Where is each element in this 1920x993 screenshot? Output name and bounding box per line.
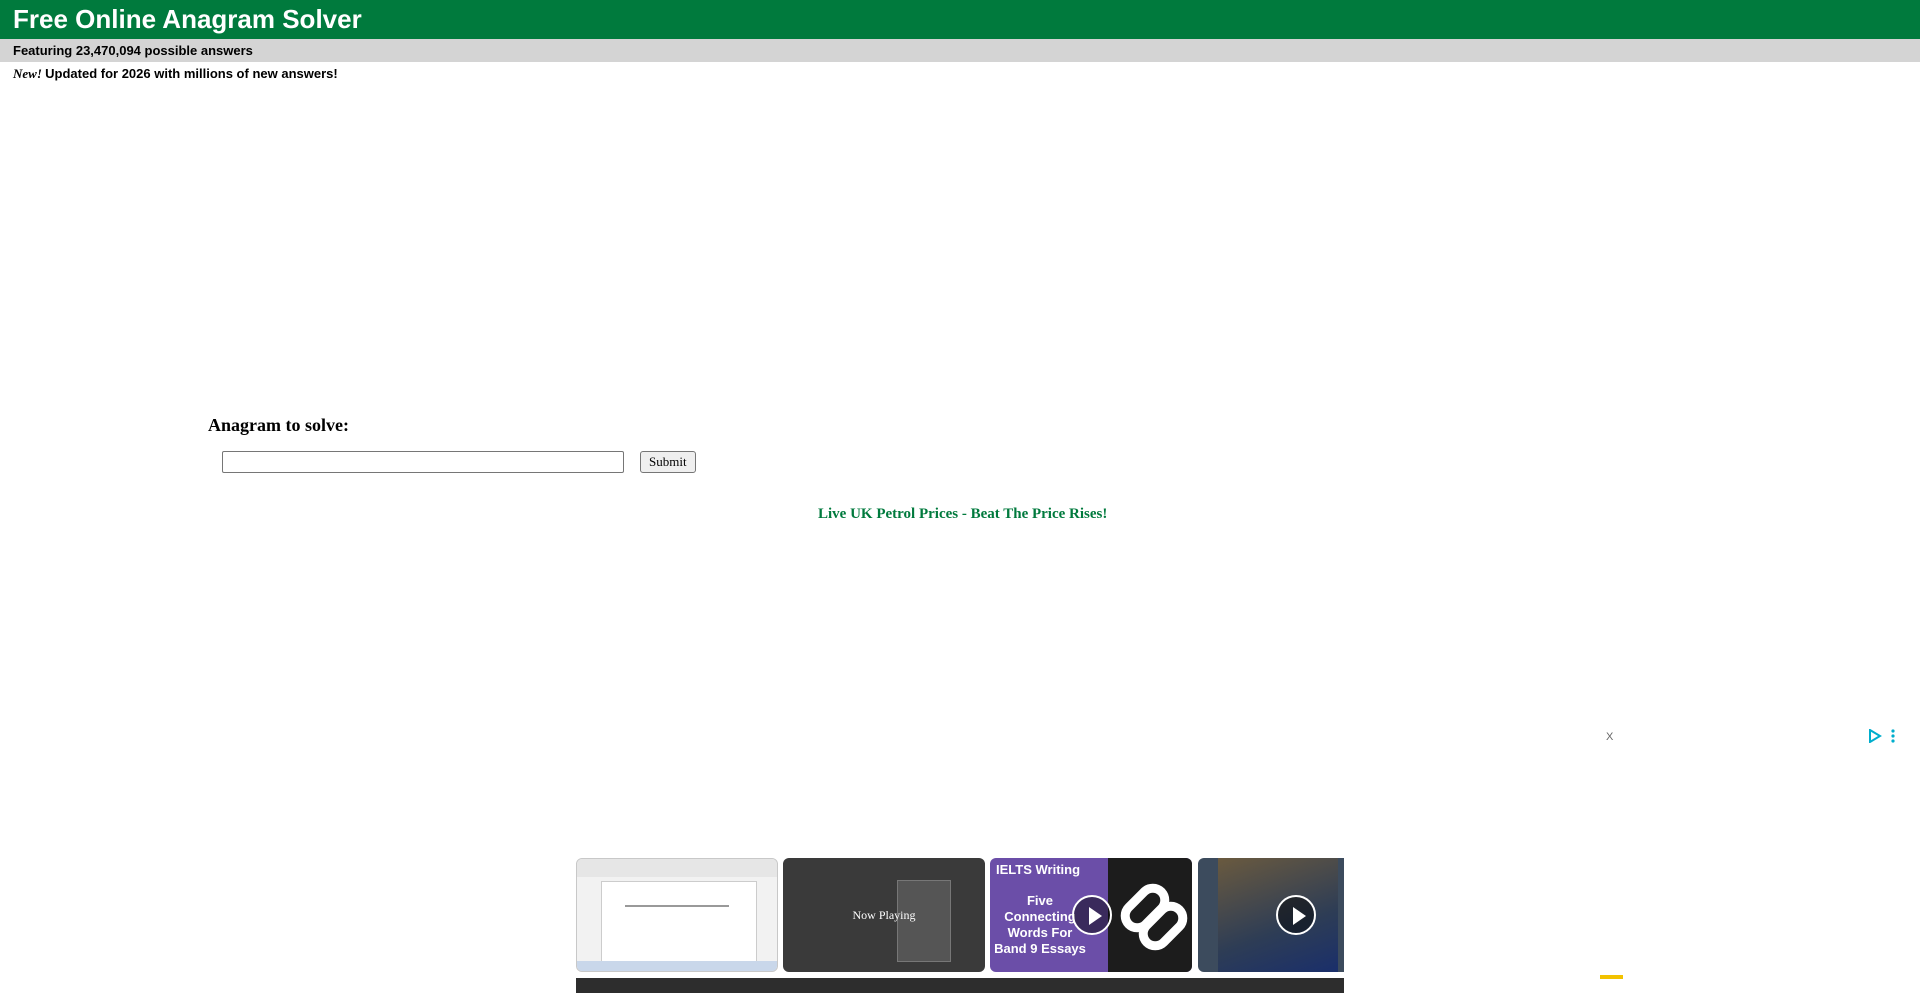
ad-indicator — [1600, 975, 1623, 979]
document-page — [601, 881, 757, 967]
chain-link-art — [1108, 858, 1192, 972]
anagram-form-label: Anagram to solve: — [208, 415, 349, 435]
adchoices-play-icon[interactable] — [1868, 729, 1882, 743]
video-carousel: Now Playing IELTS Writing Five Connectin… — [576, 858, 1344, 993]
video-player-bar[interactable] — [576, 978, 1344, 993]
submit-button[interactable]: Submit — [640, 451, 696, 473]
video-title: IELTS Writing — [996, 862, 1081, 877]
document-toolbar — [577, 859, 777, 877]
chain-link-icon — [1120, 883, 1188, 951]
answer-count-text: Featuring 23,470,094 possible answers — [13, 43, 253, 58]
taskbar — [577, 961, 777, 971]
video-subtitle: Five Connecting Words For Band 9 Essays — [994, 893, 1086, 956]
anagram-input[interactable] — [222, 451, 624, 473]
update-text: Updated for 2026 with millions of new an… — [45, 66, 338, 81]
video-thumbnail-1[interactable] — [576, 858, 778, 972]
site-header: Free Online Anagram Solver — [0, 0, 1920, 39]
site-title[interactable]: Free Online Anagram Solver — [13, 3, 362, 35]
update-notice: New! Updated for 2026 with millions of n… — [13, 66, 338, 82]
answer-count-bar: Featuring 23,470,094 possible answers — [0, 39, 1920, 62]
video-thumbnail-2[interactable]: Now Playing — [783, 858, 985, 972]
video-thumbnail-4[interactable] — [1198, 858, 1344, 972]
document-line — [625, 905, 729, 907]
petrol-prices-link[interactable]: Live UK Petrol Prices - Beat The Price R… — [818, 506, 1107, 523]
play-icon[interactable] — [1072, 895, 1112, 935]
now-playing-label: Now Playing — [852, 907, 916, 922]
video-thumbnail-3[interactable]: IELTS Writing Five Connecting Words For … — [990, 858, 1192, 972]
more-options-icon[interactable] — [1890, 729, 1896, 743]
play-icon[interactable] — [1276, 895, 1316, 935]
ad-close-button[interactable]: X — [1606, 731, 1613, 743]
new-badge: New! — [13, 66, 42, 81]
